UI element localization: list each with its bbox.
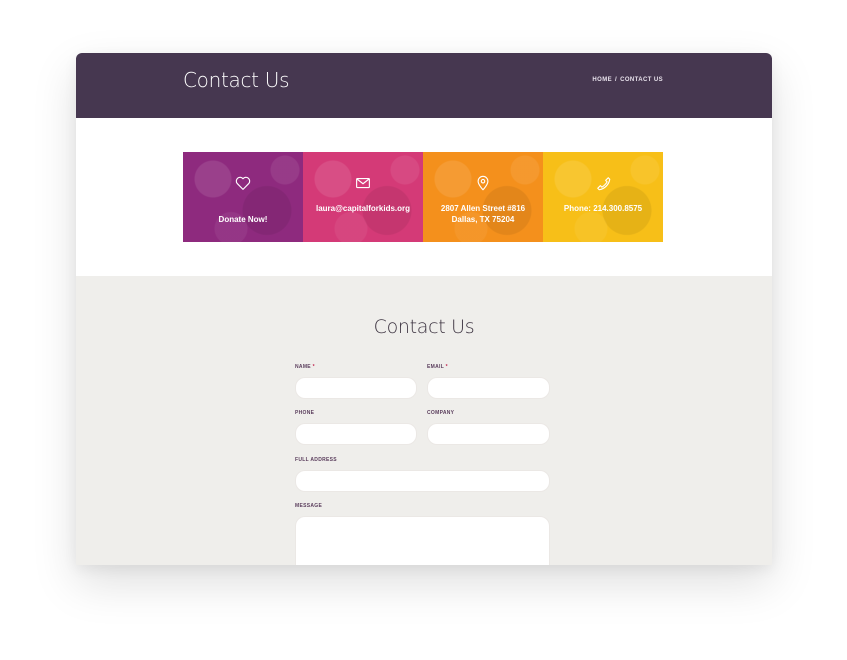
email-address: laura@capitalforkids.org <box>315 204 411 213</box>
contact-tiles: Donate Now! laura@capitalforkids.org 280… <box>183 152 663 242</box>
name-input[interactable] <box>295 377 417 399</box>
phone-input[interactable] <box>295 423 417 445</box>
donate-tile[interactable]: Donate Now! <box>183 152 303 242</box>
page-title: Contact Us <box>183 68 290 92</box>
browser-window: Contact Us HOME / CONTACT US Donate Now! <box>76 53 772 565</box>
contact-form-section: Contact Us NAME * EMAIL * PHONE COMPANY … <box>76 276 772 565</box>
map-pin-icon <box>474 174 492 192</box>
phone-label: PHONE <box>295 410 315 416</box>
message-textarea[interactable] <box>295 516 550 565</box>
donate-label: Donate Now! <box>218 215 268 224</box>
page-header: Contact Us HOME / CONTACT US <box>76 53 772 118</box>
email-tile[interactable]: laura@capitalforkids.org <box>303 152 423 242</box>
breadcrumb: HOME / CONTACT US <box>592 77 663 83</box>
phone-icon <box>594 174 612 192</box>
breadcrumb-current: CONTACT US <box>620 77 663 83</box>
form-title: Contact Us <box>373 316 475 338</box>
company-input[interactable] <box>427 423 550 445</box>
name-label: NAME * <box>295 364 315 370</box>
breadcrumb-home-link[interactable]: HOME <box>592 77 612 83</box>
phone-tile[interactable]: Phone: 214.300.8575 <box>543 152 663 242</box>
heart-icon <box>234 174 252 192</box>
email-label: EMAIL * <box>427 364 448 370</box>
company-label: COMPANY <box>427 410 455 416</box>
address-tile[interactable]: 2807 Allen Street #816 Dallas, TX 75204 <box>423 152 543 242</box>
email-input[interactable] <box>427 377 550 399</box>
breadcrumb-separator: / <box>615 77 618 83</box>
phone-number: Phone: 214.300.8575 <box>563 204 643 213</box>
address-input[interactable] <box>295 470 550 492</box>
address-label: FULL ADDRESS <box>295 457 337 463</box>
message-label: MESSAGE <box>295 503 323 509</box>
envelope-icon <box>354 174 372 192</box>
street-address: 2807 Allen Street #816 Dallas, TX 75204 <box>440 204 526 224</box>
